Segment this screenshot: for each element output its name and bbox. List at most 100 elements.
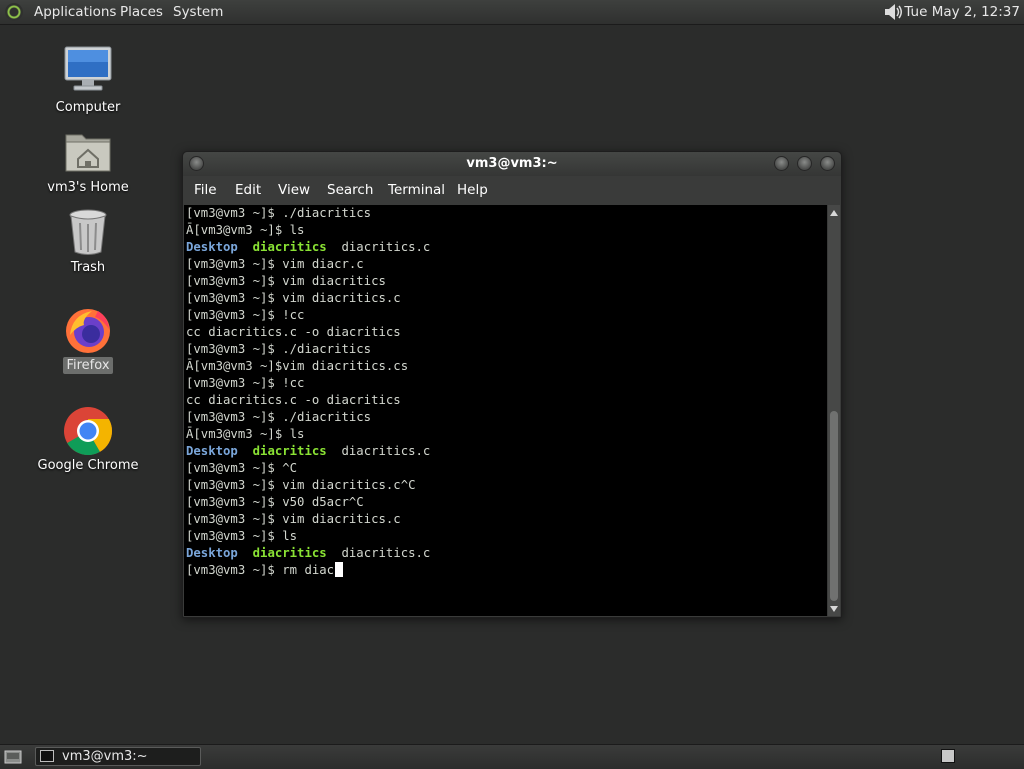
desktop-icon-label: Trash	[70, 260, 106, 275]
terminal-text: diacritics.c	[326, 444, 431, 458]
terminal-line: [vm3@vm3 ~]$ ./diacritics	[186, 205, 430, 222]
menu-terminal[interactable]: Terminal	[388, 182, 445, 198]
menu-search[interactable]: Search	[327, 182, 373, 198]
terminal-text: diacritics	[252, 546, 327, 560]
desktop-icon-trash[interactable]: Trash	[33, 207, 143, 276]
terminal-window[interactable]: vm3@vm3:~ File Edit View Search Terminal…	[182, 151, 842, 618]
terminal-text: cc diacritics.c -o diacritics	[186, 393, 401, 407]
desktop-icon-firefox[interactable]: Firefox	[33, 305, 143, 374]
desktop-icon-chrome[interactable]: Google Chrome	[33, 405, 143, 474]
places-menu[interactable]: Places	[120, 3, 163, 21]
desktop-icon-label: Computer	[55, 100, 121, 115]
minimize-button[interactable]	[774, 156, 789, 171]
menu-view[interactable]: View	[278, 182, 310, 198]
terminal-line: [vm3@vm3 ~]$ rm diac	[186, 562, 430, 579]
terminal-text: [vm3@vm3 ~]$ ./diacritics	[186, 206, 372, 220]
terminal-text: cc diacritics.c -o diacritics	[186, 325, 401, 339]
terminal-text: Desktop	[186, 546, 238, 560]
applications-menu[interactable]: Applications	[34, 3, 116, 21]
menu-file[interactable]: File	[194, 182, 217, 198]
clock[interactable]: Tue May 2, 12:37	[904, 3, 1020, 21]
terminal-text: diacritics	[252, 444, 327, 458]
terminal-text: Ā[vm3@vm3 ~]$ ls	[186, 223, 305, 237]
taskbar-label: vm3@vm3:~	[62, 749, 148, 764]
terminal-line: cc diacritics.c -o diacritics	[186, 392, 430, 409]
terminal-line: [vm3@vm3 ~]$ vim diacritics.c	[186, 290, 430, 307]
desktop-icon-label: vm3's Home	[47, 180, 129, 195]
taskbar-terminal-button[interactable]: vm3@vm3:~	[35, 747, 201, 766]
terminal-text: [vm3@vm3 ~]$ ./diacritics	[186, 410, 372, 424]
bottom-panel: vm3@vm3:~	[0, 744, 1024, 769]
workspace-switcher-icon[interactable]	[941, 749, 955, 763]
terminal-text: diacritics.c	[326, 546, 431, 560]
show-desktop-icon[interactable]	[4, 749, 22, 765]
terminal-text: [vm3@vm3 ~]$ !cc	[186, 376, 305, 390]
terminal-icon	[40, 750, 54, 762]
terminal-line: [vm3@vm3 ~]$ vim diacr.c	[186, 256, 430, 273]
top-panel: Applications Places System Tue May 2, 12…	[0, 0, 1024, 25]
mate-logo-icon[interactable]	[5, 3, 23, 21]
terminal-text: Desktop	[186, 240, 238, 254]
terminal-text: [vm3@vm3 ~]$ v50 d5acr^C	[186, 495, 364, 509]
window-titlebar[interactable]: vm3@vm3:~	[183, 152, 841, 176]
desktop-icon-computer[interactable]: Computer	[33, 45, 143, 116]
maximize-button[interactable]	[797, 156, 812, 171]
terminal-text: diacritics.c	[326, 240, 431, 254]
terminal-text: [vm3@vm3 ~]$ ^C	[186, 461, 298, 475]
terminal-text: Ā[vm3@vm3 ~]$ ls	[186, 427, 305, 441]
terminal-text: [vm3@vm3 ~]$ vim diacritics.c^C	[186, 478, 416, 492]
speaker-icon[interactable]	[884, 3, 904, 21]
terminal-scrollbar[interactable]	[828, 205, 840, 616]
menu-edit[interactable]: Edit	[235, 182, 261, 198]
terminal-line: [vm3@vm3 ~]$ ^C	[186, 460, 430, 477]
terminal-text: [vm3@vm3 ~]$ vim diacritics.c	[186, 291, 401, 305]
terminal-line: cc diacritics.c -o diacritics	[186, 324, 430, 341]
menu-help[interactable]: Help	[457, 182, 488, 198]
terminal-line: Ā[vm3@vm3 ~]$ ls	[186, 222, 430, 239]
terminal-line: [vm3@vm3 ~]$ !cc	[186, 375, 430, 392]
terminal-line: Desktop diacritics diacritics.c	[186, 545, 430, 562]
terminal-lines: [vm3@vm3 ~]$ ./diacritics Ā[vm3@vm3 ~]$ l…	[186, 205, 430, 579]
terminal-text: [vm3@vm3 ~]$ ./diacritics	[186, 342, 372, 356]
computer-icon	[64, 46, 112, 91]
terminal-text: diacritics	[252, 240, 327, 254]
terminal-text: [vm3@vm3 ~]$ vim diacr.c	[186, 257, 364, 271]
terminal-line: Desktop diacritics diacritics.c	[186, 443, 430, 460]
terminal-output[interactable]: [vm3@vm3 ~]$ ./diacritics Ā[vm3@vm3 ~]$ l…	[184, 205, 827, 616]
trash-icon	[69, 209, 107, 255]
terminal-text: [vm3@vm3 ~]$ !cc	[186, 308, 305, 322]
desktop-icon-label: Firefox	[63, 357, 113, 374]
terminal-line: Ā[vm3@vm3 ~]$vim diacritics.cs	[186, 358, 430, 375]
terminal-line: [vm3@vm3 ~]$ v50 d5acr^C	[186, 494, 430, 511]
terminal-menubar: File Edit View Search Terminal Help	[183, 178, 841, 202]
desktop-icon-label: Google Chrome	[37, 458, 139, 473]
terminal-text: Desktop	[186, 444, 238, 458]
terminal-line: [vm3@vm3 ~]$ vim diacritics	[186, 273, 430, 290]
terminal-cursor	[335, 562, 344, 577]
terminal-line: [vm3@vm3 ~]$ ls	[186, 528, 430, 545]
close-button[interactable]	[820, 156, 835, 171]
scroll-down-icon[interactable]	[830, 606, 838, 612]
terminal-line: [vm3@vm3 ~]$ ./diacritics	[186, 409, 430, 426]
terminal-line: Ā[vm3@vm3 ~]$ ls	[186, 426, 430, 443]
terminal-text: [vm3@vm3 ~]$ ls	[186, 529, 298, 543]
desktop-icon-home[interactable]: vm3's Home	[33, 127, 143, 196]
terminal-line: Desktop diacritics diacritics.c	[186, 239, 430, 256]
system-menu[interactable]: System	[173, 3, 223, 21]
terminal-line: [vm3@vm3 ~]$ vim diacritics.c	[186, 511, 430, 528]
terminal-text: [vm3@vm3 ~]$ vim diacritics.c	[186, 512, 401, 526]
chrome-icon	[64, 407, 113, 455]
terminal-line: [vm3@vm3 ~]$ ./diacritics	[186, 341, 430, 358]
window-title: vm3@vm3:~	[466, 156, 558, 171]
scroll-up-icon[interactable]	[830, 210, 838, 216]
terminal-line: [vm3@vm3 ~]$ !cc	[186, 307, 430, 324]
firefox-icon	[66, 309, 110, 353]
desktop: Applications Places System Tue May 2, 12…	[0, 0, 1024, 769]
terminal-text: [vm3@vm3 ~]$ vim diacritics	[186, 274, 386, 288]
scrollbar-thumb[interactable]	[830, 411, 838, 601]
home-folder-icon	[65, 134, 111, 172]
terminal-text: [vm3@vm3 ~]$ rm diac	[186, 563, 335, 577]
